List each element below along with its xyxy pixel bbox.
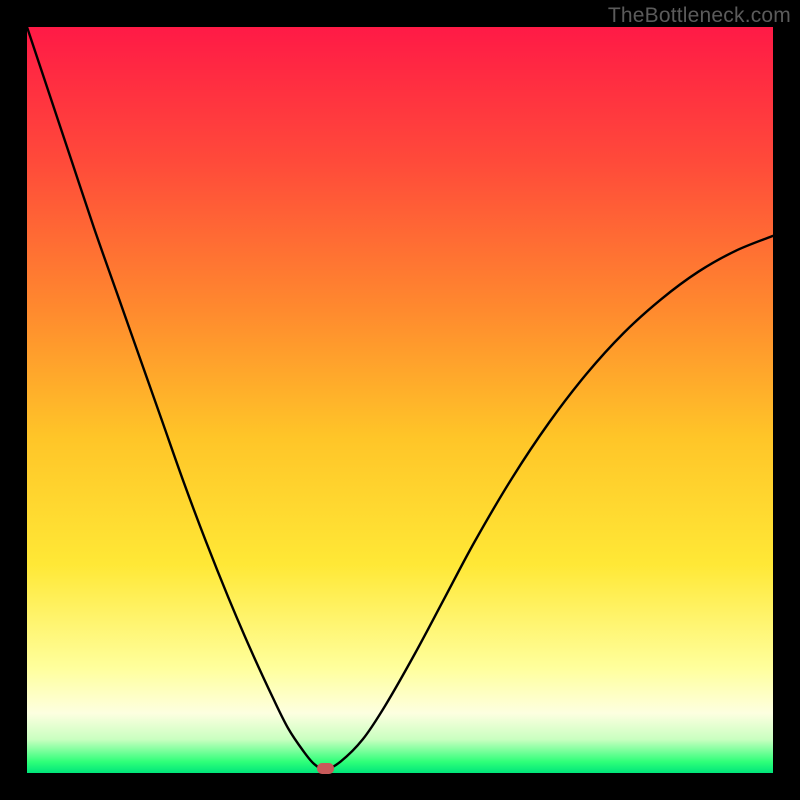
watermark-text: TheBottleneck.com <box>608 4 791 28</box>
curve-layer <box>0 0 800 800</box>
outer-frame: TheBottleneck.com <box>0 0 800 800</box>
bottleneck-curve <box>27 27 773 769</box>
min-marker <box>317 763 334 774</box>
